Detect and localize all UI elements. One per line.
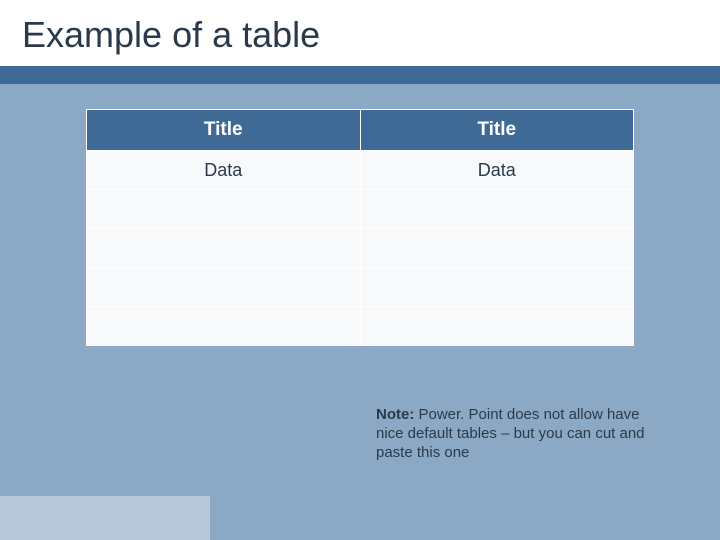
table-cell bbox=[87, 190, 361, 229]
table-cell bbox=[360, 229, 634, 268]
table-cell bbox=[87, 307, 361, 346]
title-underline-bar bbox=[0, 66, 720, 84]
table-cell bbox=[360, 307, 634, 346]
table-header-cell: Title bbox=[360, 110, 634, 151]
table-cell: Data bbox=[87, 151, 361, 190]
table-header-row: Title Title bbox=[87, 110, 634, 151]
note-text: Power. Point does not allow have nice de… bbox=[376, 406, 645, 461]
table-cell bbox=[87, 229, 361, 268]
note-label: Note: bbox=[376, 406, 414, 423]
table-row: Data Data bbox=[87, 151, 634, 190]
table-cell: Data bbox=[360, 151, 634, 190]
table-row bbox=[87, 307, 634, 346]
table-cell bbox=[360, 268, 634, 307]
bottom-band-light bbox=[0, 496, 210, 540]
table-row bbox=[87, 229, 634, 268]
table-row bbox=[87, 190, 634, 229]
example-table: Title Title Data Data bbox=[86, 109, 634, 346]
example-table-wrap: Title Title Data Data bbox=[86, 109, 634, 346]
table-row bbox=[87, 268, 634, 307]
bottom-band bbox=[0, 496, 720, 540]
table-cell bbox=[360, 190, 634, 229]
table-cell bbox=[87, 268, 361, 307]
title-area: Example of a table bbox=[0, 0, 720, 66]
note-box: Note: Power. Point does not allow have n… bbox=[376, 406, 658, 462]
slide: Example of a table Title Title Data Data bbox=[0, 0, 720, 540]
page-title: Example of a table bbox=[0, 0, 720, 66]
table-header-cell: Title bbox=[87, 110, 361, 151]
